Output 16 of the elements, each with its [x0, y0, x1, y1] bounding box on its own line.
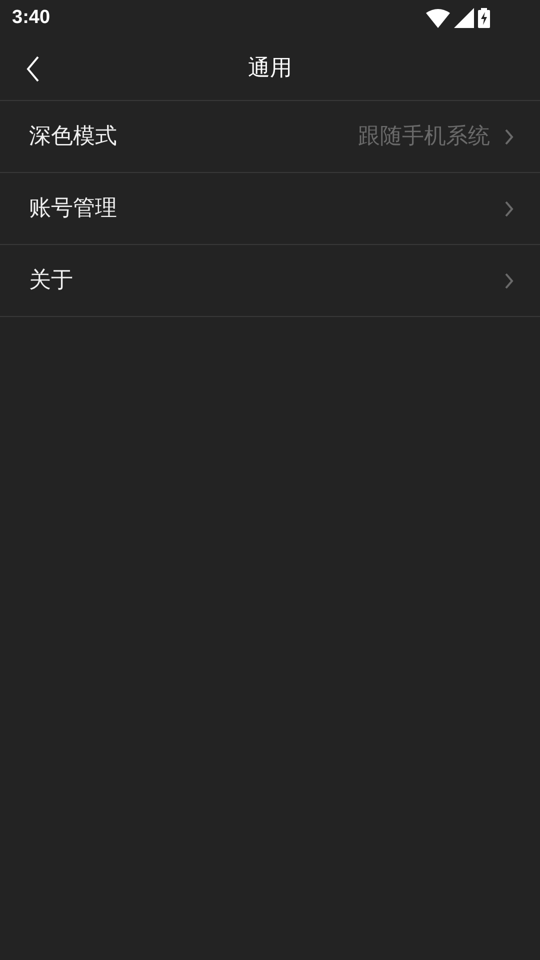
row-label: 账号管理	[29, 195, 118, 223]
chevron-icon	[504, 128, 514, 146]
row-label: 关于	[29, 267, 74, 295]
row-value: 跟随手机系统	[358, 123, 490, 151]
status-time: 3:40	[12, 6, 50, 30]
chevron-icon	[504, 272, 514, 290]
page-title: 通用	[248, 54, 292, 82]
battery-icon	[478, 8, 490, 28]
wifi-icon	[426, 8, 450, 28]
settings-row[interactable]: 关于	[0, 245, 540, 317]
row-label: 深色模式	[29, 123, 118, 151]
back-icon	[26, 56, 40, 82]
settings-row[interactable]: 账号管理	[0, 173, 540, 245]
signal-icon	[454, 8, 474, 28]
chevron-icon	[504, 200, 514, 218]
settings-row[interactable]: 深色模式 跟随手机系统	[0, 101, 540, 173]
